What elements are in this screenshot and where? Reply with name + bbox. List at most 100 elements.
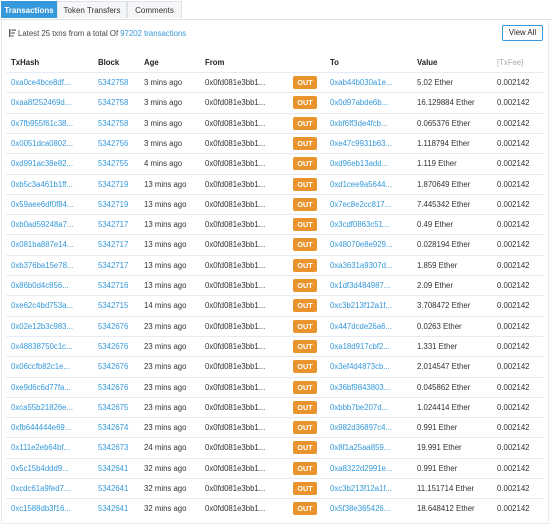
to-address-link[interactable]: 0x5f38e365426... [330,503,390,515]
txhash-link[interactable]: 0xa0ce4bce8df... [11,77,70,89]
to-address-link[interactable]: 0x982d36897c4... [330,422,392,434]
table-row: 0x081ba887e14... 5342717 13 mins ago 0x0fd0… [6,234,544,254]
tab-bar: Transactions Token Transfers Comments [0,0,552,20]
direction-out-badge: OUT [293,136,317,150]
to-address-link[interactable]: 0xbbb7be207d... [330,402,388,414]
block-link[interactable]: 5342676 [98,361,128,373]
block-link[interactable]: 5342756 [98,138,128,150]
from-address: 0x0fd081e3bb1... [205,443,266,453]
txn-summary: Latest 25 txns from a total Of 97202 tra… [9,28,186,40]
to-address-link[interactable]: 0xe47c9931b63... [330,138,392,150]
block-link[interactable]: 5342717 [98,239,128,251]
txhash-link[interactable]: 0xb0ad59248a7... [11,219,73,231]
age-text: 23 mins ago [144,321,187,331]
block-link[interactable]: 5342676 [98,341,128,353]
txhash-link[interactable]: 0x5c15b4ddd9... [11,463,69,475]
txhash-link[interactable]: 0x02e12b3c983... [11,321,73,333]
direction-out-badge: OUT [293,258,317,272]
block-link[interactable]: 5342716 [98,280,128,292]
txfee-text: 0.002142 [497,159,530,169]
view-all-button[interactable]: View All [502,25,543,41]
block-link[interactable]: 5342641 [98,463,128,475]
from-address: 0x0fd081e3bb1... [205,159,266,169]
sort-amount-icon [9,29,16,37]
block-link[interactable]: 5342719 [98,199,128,211]
txhash-link[interactable]: 0xe62c4bd753a... [11,300,73,312]
to-address-link[interactable]: 0xa3631a9307d... [330,260,392,272]
block-link[interactable]: 5342717 [98,260,128,272]
txfee-text: 0.002142 [497,382,530,392]
block-link[interactable]: 5342719 [98,179,128,191]
column-header-txfee: [TxFee] [497,58,524,67]
txhash-link[interactable]: 0xaa8f252469d... [11,97,71,109]
block-link[interactable]: 5342755 [98,158,128,170]
txfee-text: 0.002142 [497,504,530,514]
txfee-text: 0.002142 [497,402,530,412]
block-link[interactable]: 5342674 [98,422,128,434]
txhash-link[interactable]: 0xcdc61a9fed7... [11,483,70,495]
block-link[interactable]: 5342641 [98,503,128,515]
to-address-link[interactable]: 0x1df3d484987... [330,280,390,292]
direction-out-badge: OUT [293,339,317,353]
from-address: 0x0fd081e3bb1... [205,240,266,250]
txfee-text: 0.002142 [497,301,530,311]
to-address-link[interactable]: 0xab44b030a1e... [330,77,392,89]
txhash-link[interactable]: 0x59aee6df0f84... [11,199,73,211]
age-text: 3 mins ago [144,98,183,108]
direction-out-badge: OUT [293,96,317,110]
block-link[interactable]: 5342676 [98,382,128,394]
to-address-link[interactable]: 0x0d97abde6b... [330,97,388,109]
txhash-link[interactable]: 0x06ccfb82c1e... [11,361,70,373]
to-address-link[interactable]: 0xd1cee9a5644... [330,179,392,191]
value-text: 0.045862 Ether [417,382,471,392]
block-link[interactable]: 5342758 [98,97,128,109]
to-address-link[interactable]: 0xd96eb13add... [330,158,388,170]
block-link[interactable]: 5342715 [98,300,128,312]
to-address-link[interactable]: 0x8f1a25aa859... [330,442,390,454]
to-address-link[interactable]: 0xa18d917cbf2... [330,341,390,353]
txhash-link[interactable]: 0xd991ac38e82... [11,158,73,170]
to-address-link[interactable]: 0xc3b213f12a1f... [330,483,392,495]
block-link[interactable]: 5342675 [98,402,128,414]
txhash-link[interactable]: 0x7fb955f61c38... [11,118,73,130]
txhash-link[interactable]: 0x081ba887e14... [11,239,73,251]
value-text: 0.49 Ether [417,220,453,230]
to-address-link[interactable]: 0x3ef4d4873cb... [330,361,390,373]
to-address-link[interactable]: 0xbf6ff3de4fcb... [330,118,388,130]
block-link[interactable]: 5342676 [98,321,128,333]
txhash-link[interactable]: 0x86b0d4c856... [11,280,69,292]
block-link[interactable]: 5342717 [98,219,128,231]
txhash-link[interactable]: 0x111e2eb64bf... [11,442,70,454]
total-transactions-link[interactable]: 97202 transactions [120,29,186,38]
direction-out-badge: OUT [293,421,317,435]
block-link[interactable]: 5342641 [98,483,128,495]
txhash-link[interactable]: 0xfb644444e69... [11,422,71,434]
txhash-link[interactable]: 0x0051dca0802... [11,138,73,150]
to-address-link[interactable]: 0xa8322d2991e... [330,463,392,475]
txhash-link[interactable]: 0xe9d6c6d77fa... [11,382,71,394]
txhash-link[interactable]: 0xb376ba15e78... [11,260,73,272]
table-row: 0xa0ce4bce8df... 5342758 3 mins ago 0x0fd08… [6,72,544,92]
block-link[interactable]: 5342673 [98,442,128,454]
to-address-link[interactable]: 0x36bf9843803... [330,382,390,394]
to-address-link[interactable]: 0x48070e8e929... [330,239,392,251]
tab-transactions[interactable]: Transactions [1,1,57,18]
summary-text: Latest 25 txns from a total Of [18,29,119,38]
to-address-link[interactable]: 0xc3b213f12a1f... [330,300,392,312]
txhash-link[interactable]: 0xc1588db3f16... [11,503,71,515]
column-header-from: From [205,58,225,67]
to-address-link[interactable]: 0x3cdf0863c51... [330,219,389,231]
value-text: 1.331 Ether [417,341,458,351]
txhash-link[interactable]: 0xca55b21826e... [11,402,73,414]
age-text: 32 mins ago [144,463,187,473]
block-link[interactable]: 5342758 [98,77,128,89]
txhash-link[interactable]: 0xb5c3a461b1ff... [11,179,73,191]
direction-out-badge: OUT [293,157,317,171]
to-address-link[interactable]: 0x447dcde26a6... [330,321,392,333]
to-address-link[interactable]: 0x7ec8e2cc817... [330,199,391,211]
tab-comments[interactable]: Comments [127,1,182,18]
tab-token-transfers[interactable]: Token Transfers [57,1,127,18]
txhash-link[interactable]: 0x48838750c1c... [11,341,73,353]
age-text: 32 mins ago [144,504,187,514]
block-link[interactable]: 5342758 [98,118,128,130]
